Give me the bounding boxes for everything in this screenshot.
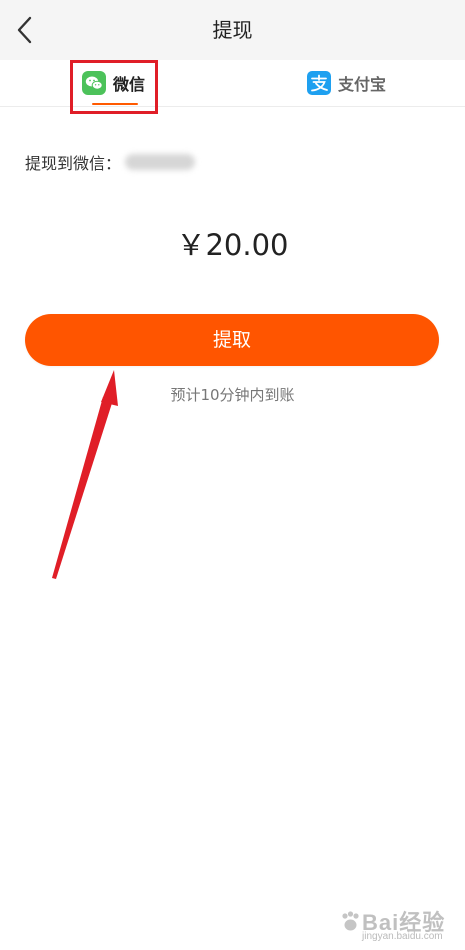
tab-wechat[interactable]: 微信 [82,60,145,106]
withdraw-target-row: 提现到微信： [25,150,196,174]
selected-tab-indicator [92,103,138,105]
payment-method-tabs: 微信 支付宝 [0,60,465,107]
alipay-icon [307,71,331,95]
withdraw-amount: ￥20.00 [176,228,289,262]
tab-alipay-label: 支付宝 [338,75,387,94]
withdraw-button[interactable]: 提取 [25,314,439,366]
top-app-bar: 提现 [0,0,465,60]
withdraw-target-label: 提现到微信： [25,154,122,173]
annotation-arrow-icon [52,370,118,579]
tab-alipay[interactable]: 支付宝 [307,60,386,106]
arrival-time-hint: 预计10分钟内到账 [170,386,295,404]
watermark: Bai经验 jingyan.baidu.com [340,905,458,945]
page-title: 提现 [212,18,253,42]
blurred-account-name [125,154,196,170]
wechat-icon [82,71,106,95]
tab-wechat-label: 微信 [113,75,146,94]
paw-icon [342,911,359,931]
watermark-url: jingyan.baidu.com [362,931,443,942]
withdraw-screen: 提现 微信 支付宝 提现到微信： ￥20.00 提取 预计10分钟内到账 Bai… [0,0,465,950]
